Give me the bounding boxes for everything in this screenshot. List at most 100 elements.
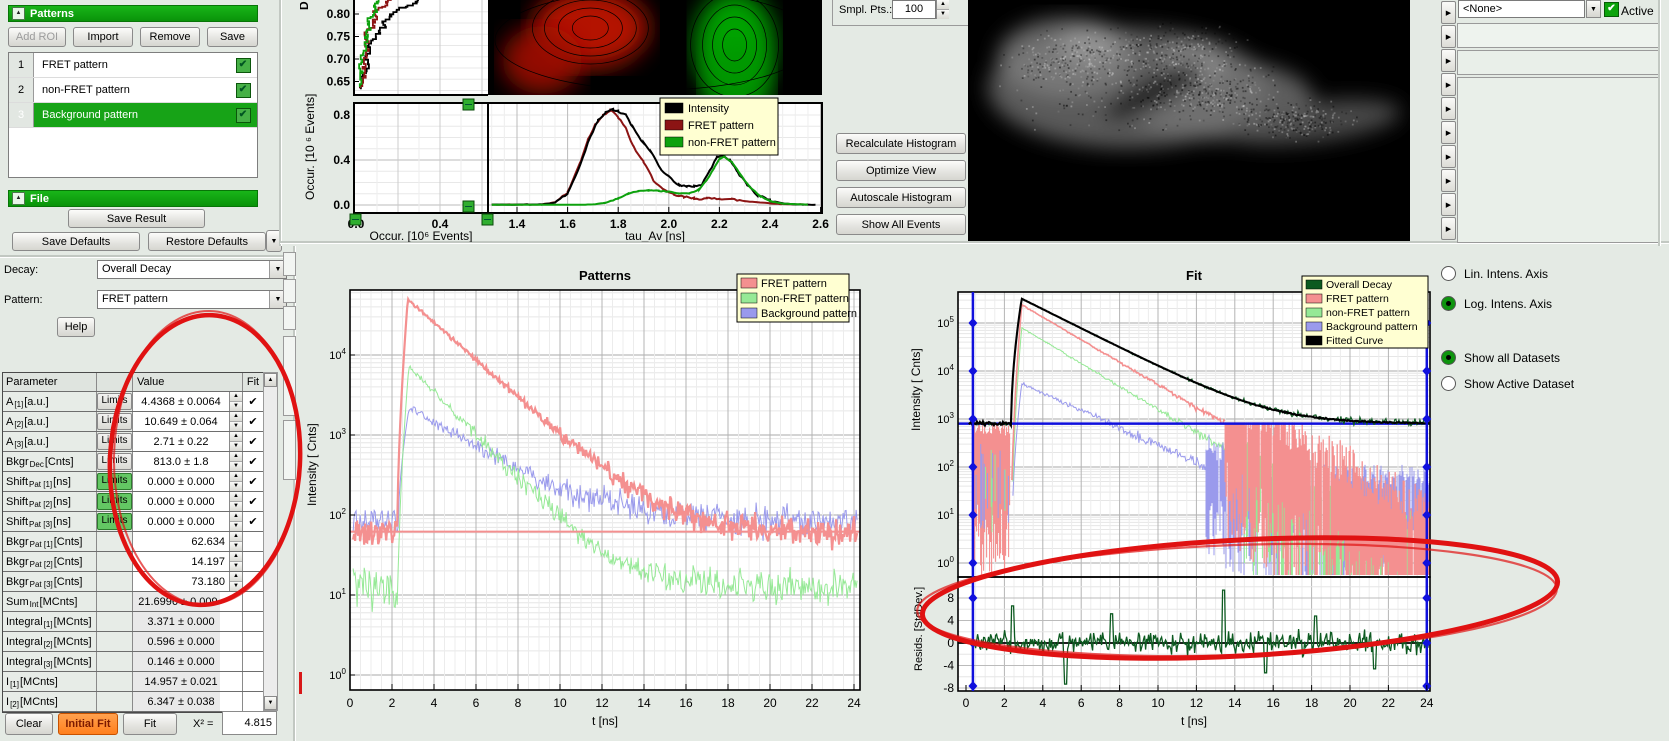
param-value[interactable]: 4.4368 ± 0.0064 <box>133 392 229 411</box>
param-value[interactable]: 0.000 ± 0.000 <box>133 492 229 511</box>
radio-icon[interactable] <box>1441 296 1456 311</box>
remove-button[interactable]: Remove <box>140 27 200 47</box>
flim-histogram-plot[interactable]: 0.800.750.700.65D0.00.40.80.00.41.41.61.… <box>300 0 832 242</box>
param-value[interactable]: 0.000 ± 0.000 <box>133 512 229 531</box>
radio-show-all[interactable]: Show all Datasets <box>1441 350 1560 365</box>
param-fit-check[interactable]: ✔ <box>242 392 263 411</box>
param-fit-check[interactable]: ✔ <box>242 472 263 491</box>
limits-button[interactable]: Limits <box>97 513 132 530</box>
param-value[interactable]: 10.649 ± 0.064 <box>133 412 229 431</box>
pattern-row-checkbox[interactable]: ✔ <box>229 108 257 123</box>
active-checkbox[interactable]: ✔ <box>1604 2 1619 17</box>
expand-arrow-button[interactable]: ▶ <box>1441 169 1456 192</box>
plot-toolbar-box[interactable] <box>283 420 296 480</box>
limits-button[interactable]: Limits <box>97 493 132 510</box>
restore-defaults-button[interactable]: Restore Defaults <box>148 232 266 251</box>
param-fit-check[interactable] <box>242 532 263 551</box>
help-button[interactable]: Help <box>57 317 95 337</box>
save-defaults-button[interactable]: Save Defaults <box>12 232 140 251</box>
expand-arrow-button[interactable]: ▶ <box>1441 25 1456 48</box>
pattern-row-checkbox[interactable]: ✔ <box>229 58 257 73</box>
decay-select[interactable]: Overall Decay ▼ <box>97 260 287 279</box>
pattern-list-item[interactable]: 1FRET pattern✔ <box>9 53 257 78</box>
expand-arrow-button[interactable]: ▶ <box>1441 193 1456 216</box>
expand-arrow-button[interactable]: ▶ <box>1441 121 1456 144</box>
radio-log[interactable]: Log. Intens. Axis <box>1441 296 1552 311</box>
expand-arrow-button[interactable]: ▶ <box>1441 217 1456 240</box>
param-value[interactable]: 2.71 ± 0.22 <box>133 432 229 451</box>
pattern-select[interactable]: FRET pattern ▼ <box>97 290 287 309</box>
param-fit-check[interactable] <box>242 592 263 611</box>
param-fit-check[interactable] <box>242 632 263 651</box>
scroll-down-icon[interactable]: ▼ <box>264 696 277 710</box>
param-fit-check[interactable]: ✔ <box>242 452 263 471</box>
expand-arrow-button[interactable]: ▶ <box>1441 1 1456 24</box>
limits-button[interactable]: Limits <box>97 413 132 430</box>
fit-decay-plot[interactable]: 100101102103104105840-4-8024681012141618… <box>900 246 1440 741</box>
limits-button[interactable]: Limits <box>97 433 132 450</box>
pattern-list-item[interactable]: 2non-FRET pattern✔ <box>9 78 257 103</box>
scroll-up-icon[interactable]: ▲ <box>264 373 277 387</box>
collapse-icon[interactable]: ▲ <box>12 192 25 205</box>
param-spinner[interactable]: ▲▼ <box>229 472 242 491</box>
collapse-icon[interactable]: ▲ <box>12 7 25 20</box>
expand-arrow-button[interactable]: ▶ <box>1441 49 1456 72</box>
plot-toolbar-box[interactable] <box>283 336 296 416</box>
param-fit-check[interactable] <box>242 652 263 671</box>
clear-button[interactable]: Clear <box>5 713 53 735</box>
param-spinner[interactable]: ▲▼ <box>229 412 242 431</box>
param-value[interactable]: 73.180 <box>133 572 229 591</box>
sampling-stepper[interactable]: ▲▼ <box>936 0 949 19</box>
radio-icon[interactable] <box>1441 376 1456 391</box>
param-value[interactable]: 62.634 <box>133 532 229 551</box>
param-value[interactable]: 0.000 ± 0.000 <box>133 472 229 491</box>
param-spinner[interactable]: ▲▼ <box>229 432 242 451</box>
param-spinner[interactable]: ▲▼ <box>229 572 242 591</box>
radio-icon[interactable] <box>1441 266 1456 281</box>
check-icon[interactable]: ✔ <box>236 58 251 73</box>
radio-lin[interactable]: Lin. Intens. Axis <box>1441 266 1548 281</box>
plot-toolbar-box[interactable] <box>283 252 296 276</box>
limits-button[interactable]: Limits <box>97 473 132 490</box>
param-spinner[interactable]: ▲▼ <box>229 392 242 411</box>
param-fit-check[interactable]: ✔ <box>242 492 263 511</box>
file-panel-header[interactable]: ▲ File <box>8 190 258 207</box>
param-spinner[interactable]: ▲▼ <box>229 452 242 471</box>
recalculate-histogram-button[interactable]: Recalculate Histogram <box>836 133 966 154</box>
import-button[interactable]: Import <box>73 27 133 47</box>
autoscale-histogram-button[interactable]: Autoscale Histogram <box>836 187 966 208</box>
check-icon[interactable]: ✔ <box>236 83 251 98</box>
expand-arrow-button[interactable]: ▶ <box>1441 97 1456 120</box>
sampling-input[interactable]: 100 <box>892 0 936 19</box>
param-fit-check[interactable] <box>242 552 263 571</box>
limits-button[interactable]: Limits <box>97 393 132 410</box>
param-spinner[interactable]: ▲▼ <box>229 492 242 511</box>
param-fit-check[interactable] <box>242 612 263 631</box>
dataset-select-arrow[interactable]: ▼ <box>1586 0 1601 18</box>
expand-arrow-button[interactable]: ▶ <box>1441 73 1456 96</box>
param-value[interactable]: 14.197 <box>133 552 229 571</box>
param-spinner[interactable]: ▲▼ <box>229 552 242 571</box>
radio-icon[interactable] <box>1441 350 1456 365</box>
param-fit-check[interactable] <box>242 572 263 591</box>
pattern-list-item[interactable]: 3Background pattern✔ <box>9 103 257 128</box>
optimize-view-button[interactable]: Optimize View <box>836 160 966 181</box>
fit-button[interactable]: Fit <box>123 713 177 735</box>
patterns-panel-header[interactable]: ▲ Patterns <box>8 5 258 22</box>
patterns-decay-plot[interactable]: 100101102103104024681012141618202224t [n… <box>300 246 876 741</box>
param-fit-check[interactable]: ✔ <box>242 412 263 431</box>
param-spinner[interactable]: ▲▼ <box>229 532 242 551</box>
initial-fit-button[interactable]: Initial Fit <box>58 713 118 735</box>
table-scrollbar[interactable]: ▲ ▼ <box>263 372 278 711</box>
plot-toolbar-box[interactable] <box>283 279 296 303</box>
param-fit-check[interactable]: ✔ <box>242 432 263 451</box>
show-all-events-button[interactable]: Show All Events <box>836 214 966 235</box>
radio-show-active[interactable]: Show Active Dataset <box>1441 376 1574 391</box>
plot-toolbar-box[interactable] <box>283 306 296 330</box>
limits-button[interactable]: Limits <box>97 453 132 470</box>
save-button[interactable]: Save <box>207 27 258 47</box>
pattern-row-checkbox[interactable]: ✔ <box>229 83 257 98</box>
expand-arrow-button[interactable]: ▶ <box>1441 145 1456 168</box>
check-icon[interactable]: ✔ <box>236 108 251 123</box>
param-fit-check[interactable]: ✔ <box>242 512 263 531</box>
